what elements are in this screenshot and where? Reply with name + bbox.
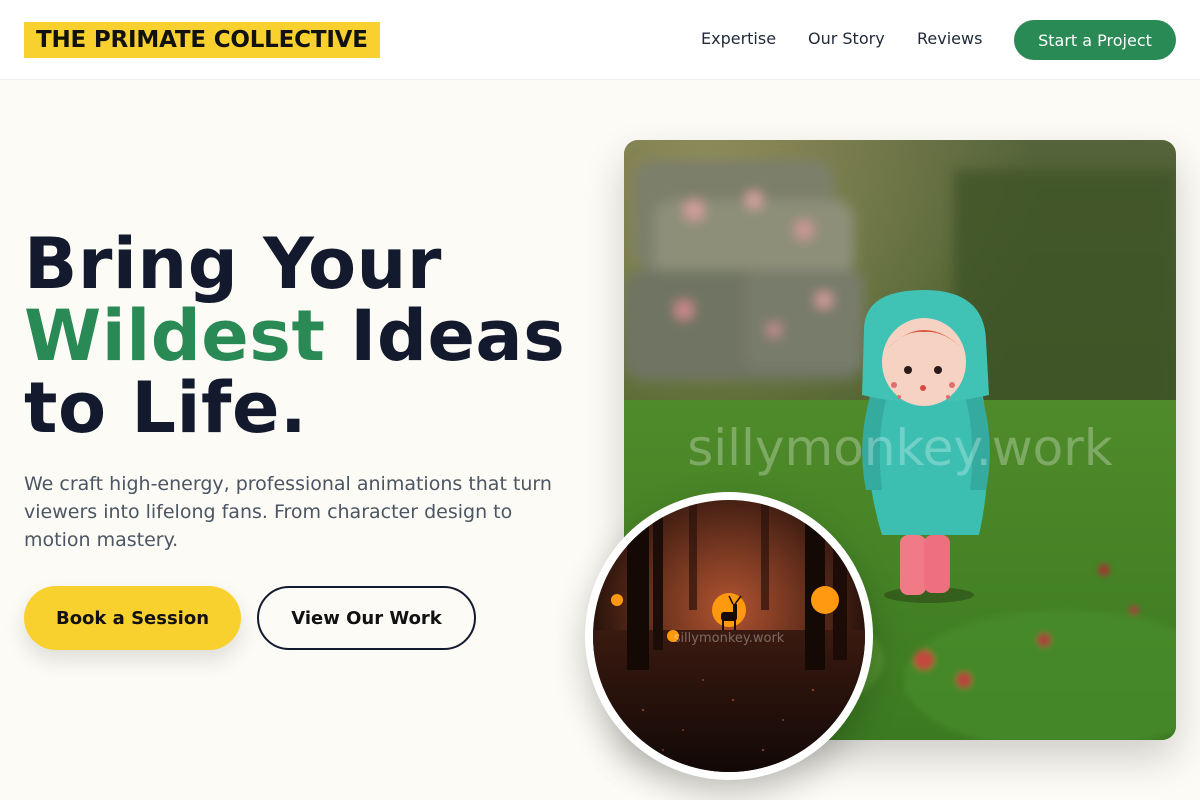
main-image-watermark: sillymonkey.work (687, 419, 1113, 477)
circle-thumbnail-frame: sillymonkey.work (585, 492, 873, 780)
hero-subtitle: We craft high-energy, professional anima… (24, 473, 552, 551)
start-project-button[interactable]: Start a Project (1014, 20, 1176, 60)
view-work-button[interactable]: View Our Work (257, 586, 476, 650)
hero-title-accent: Wildest (24, 295, 326, 377)
forest-deer-image: sillymonkey.work (593, 500, 865, 772)
hero-title-line3: to Life. (24, 367, 308, 449)
hero-title: Bring Your Wildest Ideas to Life. (24, 228, 604, 444)
brand-logo[interactable]: THE PRIMATE COLLECTIVE (24, 22, 380, 58)
circle-image-watermark: sillymonkey.work (674, 631, 785, 646)
forest-deer-illustration: sillymonkey.work (593, 500, 865, 772)
nav-link-our-story[interactable]: Our Story (808, 29, 885, 48)
book-session-button[interactable]: Book a Session (24, 586, 241, 650)
nav-link-reviews[interactable]: Reviews (917, 29, 982, 48)
hero-title-line2: Ideas (325, 295, 566, 377)
hero-title-line1: Bring Your (24, 223, 442, 305)
top-navigation: THE PRIMATE COLLECTIVE Expertise Our Sto… (0, 0, 1200, 80)
nav-link-expertise[interactable]: Expertise (701, 29, 776, 48)
